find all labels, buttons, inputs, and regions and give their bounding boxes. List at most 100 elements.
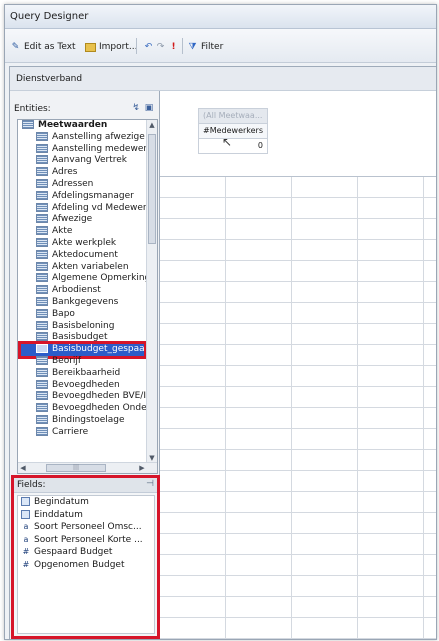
view-toggle-icon[interactable]: ▣ — [144, 103, 154, 113]
field-label: Soort Personeel Omsc... — [34, 522, 142, 532]
entity-item[interactable]: Afdeling vd Medewerl — [18, 202, 146, 215]
import-button[interactable]: Import... — [85, 40, 137, 54]
table-icon — [36, 226, 48, 236]
query-grid-pane: (All Meetwaa... #Medewerkers 0 ↖ — [160, 91, 436, 639]
entity-label: Aanvang Vertrek — [52, 155, 127, 166]
entity-label: Beorijf — [52, 355, 82, 366]
table-icon — [22, 120, 34, 129]
edit-as-text-button[interactable]: ✎ Edit as Text — [10, 40, 76, 54]
mouse-pointer-icon: ↖ — [222, 135, 233, 149]
entity-item[interactable]: Aktedocument — [18, 249, 146, 262]
entities-horizontal-scrollbar[interactable]: ◀ ||| ▶ — [18, 462, 157, 473]
table-icon — [36, 237, 48, 247]
field-item[interactable]: # Gespaard Budget — [18, 546, 154, 559]
entity-item[interactable]: Adres — [18, 167, 146, 179]
metadata-pane: Entities: ↯ ▣ Meetwaarden Aanstelling afw… — [10, 91, 160, 639]
field-item[interactable]: a Soort Personeel Omsc... — [18, 521, 154, 534]
field-label: Gespaard Budget — [34, 547, 113, 557]
filter-button[interactable]: ⧩ Filter — [187, 40, 223, 54]
entity-item[interactable]: Bankgegevens — [18, 296, 146, 309]
scroll-left-icon[interactable]: ◀ — [18, 463, 28, 473]
window-title: Query Designer — [10, 11, 89, 22]
fields-header: Fields: ⊣ — [14, 478, 157, 493]
entity-item[interactable]: Akten variabelen — [18, 261, 146, 274]
undo-button[interactable]: ↶ — [143, 40, 154, 54]
entity-item[interactable]: Akte werkplek — [18, 237, 146, 250]
measure-column-header[interactable]: #Medewerkers — [198, 124, 268, 139]
measure-box: (All Meetwaa... #Medewerkers 0 — [198, 108, 268, 160]
designer-content: Dienstverband Entities: ↯ ▣ Meetwaarden A… — [9, 66, 436, 639]
entity-item[interactable]: Bevoegdheden BVE/I — [18, 391, 146, 403]
entity-item[interactable]: Adressen — [18, 178, 146, 191]
scroll-thumb[interactable] — [148, 134, 156, 244]
entity-item[interactable]: Aanstelling afwezige — [18, 131, 146, 144]
pin-icon[interactable]: ⊣ — [146, 479, 154, 489]
table-icon — [36, 308, 48, 318]
date-icon — [21, 509, 30, 519]
results-grid[interactable] — [160, 176, 436, 639]
entities-label: Entities: — [14, 104, 51, 114]
entity-item[interactable]: Akte — [18, 226, 146, 238]
entities-tree: Meetwaarden Aanstelling afwezige Aanstelli… — [17, 119, 158, 474]
field-label: Opgenomen Budget — [34, 559, 125, 570]
field-item[interactable]: a Soort Personeel Korte ... — [18, 534, 154, 547]
entity-item[interactable]: Bindingstoelage — [18, 414, 146, 427]
scroll-up-icon[interactable]: ▲ — [147, 120, 157, 130]
toolbar-separator — [182, 38, 183, 54]
redo-button[interactable]: ↷ — [155, 40, 166, 54]
entity-item[interactable]: Carriere — [18, 426, 146, 439]
cube-selector[interactable]: Dienstverband — [10, 67, 436, 91]
edit-text-icon: ✎ — [11, 41, 20, 52]
entity-item[interactable]: Aanstelling medewerk — [18, 143, 146, 156]
measure-box-header[interactable]: (All Meetwaa... — [198, 108, 268, 124]
entity-label: Akten variabelen — [52, 261, 129, 272]
entity-item[interactable]: Arbodienst — [18, 285, 146, 297]
table-icon — [36, 344, 48, 354]
exclamation-icon: ! — [171, 41, 176, 52]
field-label: Begindatum — [34, 497, 89, 507]
text-attribute-icon: a — [23, 522, 29, 531]
entity-label: Akte werkplek — [52, 237, 117, 248]
table-icon — [36, 190, 48, 200]
entity-label: Afdeling vd Medewerl — [52, 202, 146, 213]
table-icon — [36, 178, 48, 188]
scroll-right-icon[interactable]: ▶ — [137, 463, 147, 473]
edit-as-text-label: Edit as Text — [24, 42, 76, 52]
entity-label: Bevoegdheden Onde — [52, 403, 146, 414]
entity-label: Arbodienst — [52, 285, 101, 296]
entity-label: Algemene Opmerking — [52, 273, 146, 284]
entity-item[interactable]: Aanvang Vertrek — [18, 155, 146, 167]
table-icon — [36, 249, 48, 259]
entity-item[interactable]: Beorijf — [18, 355, 146, 368]
entity-item[interactable]: Algemene Opmerking — [18, 273, 146, 285]
entity-item[interactable]: Bereikbaarheid — [18, 367, 146, 380]
import-label: Import... — [99, 42, 138, 52]
field-item[interactable]: Begindatum — [18, 496, 154, 509]
toolbar: ✎ Edit as Text Import... ↶ ↷ ! ⧩ Filter — [5, 29, 436, 63]
numeric-measure-icon: # — [22, 547, 30, 556]
field-item[interactable]: Einddatum — [18, 509, 154, 522]
folder-icon — [85, 42, 96, 52]
entities-vertical-scrollbar[interactable]: ▲ ▼ — [146, 120, 157, 463]
field-label: Soort Personeel Korte ... — [34, 534, 143, 545]
entity-item[interactable]: Afwezige — [18, 214, 146, 226]
undo-icon: ↶ — [144, 41, 153, 52]
field-item[interactable]: # Opgenomen Budget — [18, 559, 154, 572]
run-query-button[interactable]: ! — [168, 40, 179, 54]
table-icon — [36, 426, 48, 436]
entity-label: Afdelingsmanager — [52, 190, 134, 201]
table-icon — [36, 131, 48, 141]
entity-item[interactable]: Bapo — [18, 308, 146, 321]
sort-icon[interactable]: ↯ — [131, 103, 141, 113]
entity-label: Bevoegdheden BVE/I — [52, 391, 146, 402]
entity-item[interactable]: Afdelingsmanager — [18, 190, 146, 203]
entity-group[interactable]: Meetwaarden — [18, 120, 146, 132]
scroll-thumb-horizontal[interactable]: ||| — [46, 464, 106, 472]
entity-item[interactable]: Bevoegdheden Onde — [18, 403, 146, 415]
entity-item[interactable]: Bevoegdheden — [18, 379, 146, 392]
entity-item[interactable]: Basisbudget — [18, 332, 146, 344]
entity-label: Bapo — [52, 308, 75, 319]
table-icon — [36, 379, 48, 389]
entity-item[interactable]: Basisbudget_gespaar — [18, 341, 147, 359]
entity-item[interactable]: Basisbeloning — [18, 320, 146, 333]
